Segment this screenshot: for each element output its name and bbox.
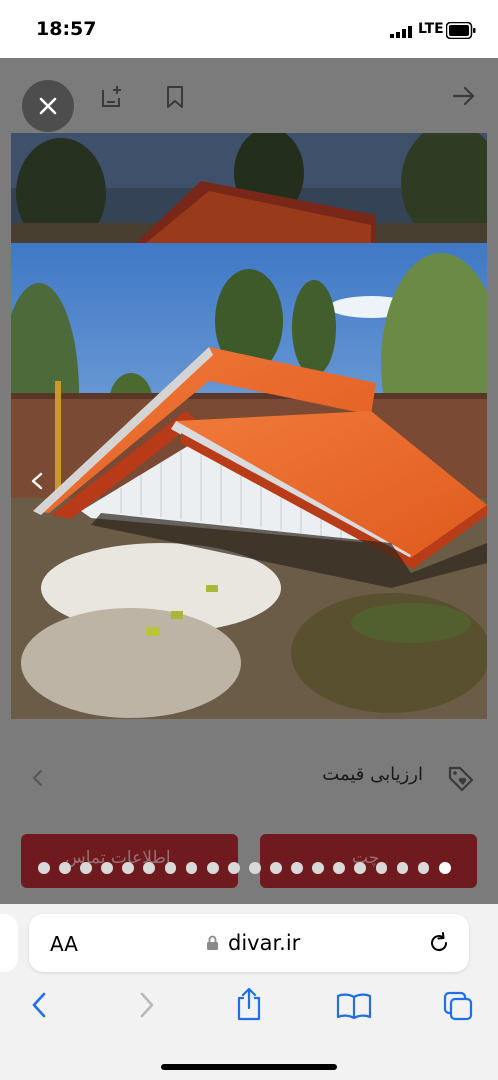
lock-icon [207, 935, 218, 950]
gallery-dot[interactable] [143, 862, 156, 874]
price-tag-heart-icon [448, 766, 474, 792]
gallery-pagination [38, 862, 460, 878]
gallery-dot[interactable] [185, 862, 198, 874]
status-bar: 18:57 LTE [0, 0, 498, 58]
chat-button[interactable]: چت [260, 834, 477, 888]
gallery-dot[interactable] [122, 862, 135, 874]
back-icon[interactable] [28, 990, 50, 1020]
status-time: 18:57 [36, 18, 97, 40]
gallery-dot-active[interactable] [438, 862, 451, 874]
arrow-right-icon[interactable] [452, 85, 476, 107]
gallery-dot[interactable] [417, 862, 430, 874]
gallery-dot[interactable] [248, 862, 261, 874]
previous-tab-card[interactable] [0, 914, 18, 972]
price-evaluation-label: ارزیابی قیمت [322, 764, 423, 785]
bookmark-icon[interactable] [165, 84, 185, 110]
url-text[interactable]: divar.ir [228, 931, 300, 955]
gallery-dot[interactable] [312, 862, 325, 874]
forward-icon[interactable] [136, 990, 158, 1020]
gallery-dot[interactable] [396, 862, 409, 874]
close-icon [39, 97, 57, 115]
gallery-dot[interactable] [38, 862, 50, 874]
gallery-dot[interactable] [375, 862, 388, 874]
gallery-dot[interactable] [206, 862, 219, 874]
share-icon[interactable] [234, 986, 264, 1022]
chevron-left-icon[interactable] [30, 472, 44, 490]
home-indicator [161, 1064, 337, 1070]
gallery-dot[interactable] [227, 862, 240, 874]
signal-icon [390, 26, 412, 38]
bookmarks-icon[interactable] [336, 992, 372, 1020]
gallery-dot[interactable] [80, 862, 92, 874]
network-label: LTE [418, 21, 444, 37]
tabs-icon[interactable] [442, 990, 474, 1022]
gallery-dot[interactable] [164, 862, 177, 874]
gallery-dot[interactable] [291, 862, 303, 874]
gallery-dot[interactable] [333, 862, 346, 874]
add-note-icon[interactable] [99, 84, 125, 110]
reload-icon[interactable] [427, 931, 451, 955]
reader-settings-button[interactable]: AA [50, 932, 78, 956]
gallery-dot[interactable] [59, 862, 71, 874]
gallery-dot[interactable] [354, 862, 367, 874]
gallery-dot[interactable] [101, 862, 114, 874]
battery-icon [446, 22, 476, 39]
chevron-left-icon[interactable] [30, 768, 44, 788]
price-evaluation-row[interactable] [0, 740, 498, 816]
close-button[interactable] [22, 80, 74, 132]
gallery-dot[interactable] [270, 862, 282, 874]
gallery-main-photo[interactable] [11, 243, 487, 719]
gallery-prev-photo[interactable] [11, 133, 487, 243]
contact-info-button[interactable]: اطلاعات تماس [21, 834, 238, 888]
